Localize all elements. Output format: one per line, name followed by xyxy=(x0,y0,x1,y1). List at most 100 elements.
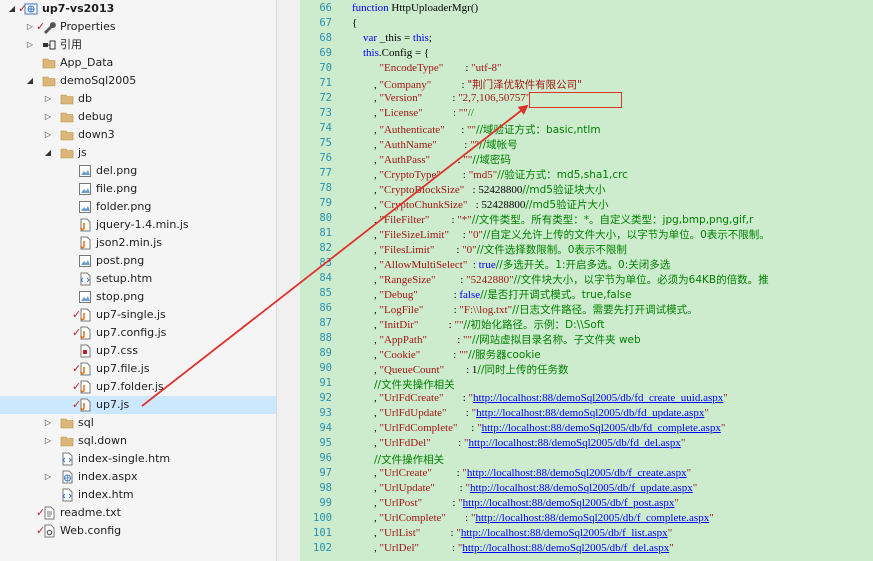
code-line[interactable]: , "UrlDel" : "http://localhost:88/demoSq… xyxy=(352,542,674,554)
code-line[interactable]: , "FileSizeLimit" : "0"//自定义允许上传的文件大小，以字… xyxy=(352,227,770,242)
code-line[interactable]: , "UrlFdCreate" : "http://localhost:88/d… xyxy=(352,392,728,404)
code-line[interactable]: { xyxy=(352,17,357,29)
code-line[interactable]: , "RangeSize" : "5242880"//文件块大小，以字节为单位。… xyxy=(352,272,769,287)
code-line[interactable]: , "AppPath" : ""//网站虚拟目录名称。子文件夹 web xyxy=(352,332,641,347)
code-line[interactable]: , "UrlCreate" : "http://localhost:88/dem… xyxy=(352,467,691,479)
code-link[interactable]: http://localhost:88/demoSql2005/db/f_cre… xyxy=(467,467,687,479)
code-line[interactable]: , "License" : ""// xyxy=(352,107,474,119)
line-number: 79 xyxy=(319,197,332,209)
code-link[interactable]: http://localhost:88/demoSql2005/db/f_lis… xyxy=(461,527,668,539)
expand-arrow-icon[interactable]: ▷ xyxy=(43,414,53,432)
tree-item[interactable]: ◢ ✓ up7-vs2013 xyxy=(0,0,276,18)
collapse-arrow-icon[interactable]: ◢ xyxy=(7,0,17,18)
code-token: , xyxy=(352,437,380,449)
code-line[interactable]: , "UrlPost" : "http://localhost:88/demoS… xyxy=(352,497,679,509)
code-link[interactable]: http://localhost:88/demoSql2005/db/fd_de… xyxy=(468,437,680,449)
code-line[interactable]: , "AuthPass" : ""//域密码 xyxy=(352,152,511,167)
tree-item[interactable]: ▷ ✓ Properties xyxy=(0,18,276,36)
tree-item[interactable]: ▷ index.aspx xyxy=(0,468,276,486)
code-line[interactable]: , "FilesLimit" : "0"//文件选择数限制。0表示不限制 xyxy=(352,242,627,257)
tree-item[interactable]: ▷ sql xyxy=(0,414,276,432)
tree-item[interactable]: ◢ js xyxy=(0,144,276,162)
code-line[interactable]: , "CryptoBlockSize" : 52428800//md5验证块大小 xyxy=(352,182,605,197)
code-line[interactable]: , "CryptoChunkSize" : 52428800//md5验证片大小 xyxy=(352,197,609,212)
code-line[interactable]: , "UrlUpdate" : "http://localhost:88/dem… xyxy=(352,482,697,494)
code-line[interactable]: var _this = this; xyxy=(352,32,432,44)
code-line[interactable]: , "AllowMultiSelect" : true//多选开关。1:开启多选… xyxy=(352,257,670,272)
expand-arrow-icon[interactable]: ▷ xyxy=(43,90,53,108)
code-line[interactable]: "EncodeType" : "utf-8" xyxy=(352,62,502,74)
tree-item[interactable]: ▷ 引用 xyxy=(0,36,276,54)
tree-item[interactable]: setup.htm xyxy=(0,270,276,288)
tree-item[interactable]: del.png xyxy=(0,162,276,180)
image-icon xyxy=(78,164,92,178)
code-line[interactable]: , "InitDir" : ""//初始化路径。示例：D:\\Soft xyxy=(352,317,604,332)
code-link[interactable]: http://localhost:88/demoSql2005/db/fd_co… xyxy=(482,422,721,434)
code-line[interactable]: //文件夹操作相关 xyxy=(352,377,455,392)
tree-item[interactable]: ▷ down3 xyxy=(0,126,276,144)
tree-item[interactable]: post.png xyxy=(0,252,276,270)
code-link[interactable]: http://localhost:88/demoSql2005/db/f_pos… xyxy=(463,497,675,509)
code-line[interactable]: , "UrlList" : "http://localhost:88/demoS… xyxy=(352,527,672,539)
tree-item[interactable]: ✓ up7.file.js xyxy=(0,360,276,378)
code-line[interactable]: , "AuthName" : ""//域帐号 xyxy=(352,137,518,152)
panel-splitter[interactable] xyxy=(276,0,301,561)
tree-item[interactable]: ▷ debug xyxy=(0,108,276,126)
code-line[interactable]: , "FileFilter" : "*"//文件类型。所有类型：*。自定义类型：… xyxy=(352,212,753,227)
tree-item[interactable]: jquery-1.4.min.js xyxy=(0,216,276,234)
expand-arrow-icon[interactable]: ▷ xyxy=(43,108,53,126)
code-token: "Version" xyxy=(379,92,423,104)
tree-item[interactable]: ✓ up7-single.js xyxy=(0,306,276,324)
code-line[interactable]: function HttpUploaderMgr() xyxy=(352,2,478,14)
code-token: "License" xyxy=(379,107,423,119)
code-link[interactable]: http://localhost:88/demoSql2005/db/f_upd… xyxy=(470,482,693,494)
code-link[interactable]: http://localhost:88/demoSql2005/db/f_com… xyxy=(475,512,709,524)
code-line[interactable]: , "Authenticate" : ""//域验证方式：basic,ntlm xyxy=(352,122,601,137)
code-editor[interactable]: 66 67 68 69 70 71 72 73 74 75 76 77 78 79 80 81 82 83 84 85… xyxy=(300,0,873,561)
code-line[interactable]: , "CryptoType" : "md5"//验证方式：md5,sha1,cr… xyxy=(352,167,628,182)
code-line[interactable]: , "QueueCount" : 1//同时上传的任务数 xyxy=(352,362,568,377)
expand-arrow-icon[interactable]: ▷ xyxy=(43,432,53,450)
code-line[interactable]: , "Debug" : false//是否打开调式模式。true,false xyxy=(352,287,632,302)
tree-item[interactable]: index-single.htm xyxy=(0,450,276,468)
tree-item[interactable]: App_Data xyxy=(0,54,276,72)
tree-item[interactable]: up7.css xyxy=(0,342,276,360)
code-line[interactable]: , "UrlComplete" : "http://localhost:88/d… xyxy=(352,512,714,524)
tree-item[interactable]: ✓ up7.js xyxy=(0,396,276,414)
expand-arrow-icon[interactable]: ▷ xyxy=(43,468,53,486)
expand-arrow-icon[interactable]: ▷ xyxy=(25,18,35,36)
tree-item[interactable]: index.htm xyxy=(0,486,276,504)
tree-item[interactable]: ◢ demoSql2005 xyxy=(0,72,276,90)
expand-arrow-icon[interactable]: ▷ xyxy=(25,36,35,54)
collapse-arrow-icon[interactable]: ◢ xyxy=(25,72,35,90)
expand-arrow-icon[interactable]: ▷ xyxy=(43,126,53,144)
tree-item[interactable]: ▷ sql.down xyxy=(0,432,276,450)
tree-item[interactable]: ▷ db xyxy=(0,90,276,108)
tree-item[interactable]: ✓ up7.folder.js xyxy=(0,378,276,396)
tree-item-label: up7.file.js xyxy=(96,362,150,375)
code-line[interactable]: this.Config = { xyxy=(352,47,429,59)
tree-item[interactable]: stop.png xyxy=(0,288,276,306)
tree-item-label: index-single.htm xyxy=(78,452,171,465)
tree-item[interactable]: json2.min.js xyxy=(0,234,276,252)
tree-item[interactable]: ✓ up7.config.js xyxy=(0,324,276,342)
code-line[interactable]: , "Cookie" : ""//服务器cookie xyxy=(352,347,541,362)
code-line[interactable]: , "UrlFdDel" : "http://localhost:88/demo… xyxy=(352,437,685,449)
collapse-arrow-icon[interactable]: ◢ xyxy=(43,144,53,162)
code-link[interactable]: http://localhost:88/demoSql2005/db/fd_up… xyxy=(476,407,704,419)
tree-item[interactable]: folder.png xyxy=(0,198,276,216)
tree-item[interactable]: ✓ readme.txt xyxy=(0,504,276,522)
code-line[interactable]: //文件操作相关 xyxy=(352,452,444,467)
code-line[interactable]: , "UrlFdUpdate" : "http://localhost:88/d… xyxy=(352,407,709,419)
code-line[interactable]: , "UrlFdComplete" : "http://localhost:88… xyxy=(352,422,725,434)
code-token: , xyxy=(352,184,380,196)
code-token: : xyxy=(435,274,467,286)
code-token: : xyxy=(422,107,459,119)
code-link[interactable]: http://localhost:88/demoSql2005/db/fd_cr… xyxy=(473,392,723,404)
tree-item[interactable]: file.png xyxy=(0,180,276,198)
tree-item[interactable]: ✓ Web.config xyxy=(0,522,276,540)
code-line[interactable]: , "Version" : "2,7,106,50757" xyxy=(352,92,530,104)
code-line[interactable]: , "Company" : "荆门泽优软件有限公司" xyxy=(352,77,582,92)
code-line[interactable]: , "LogFile" : "F:\\log.txt"//日志文件路径。需要先打… xyxy=(352,302,698,317)
code-link[interactable]: http://localhost:88/demoSql2005/db/f_del… xyxy=(462,542,669,554)
